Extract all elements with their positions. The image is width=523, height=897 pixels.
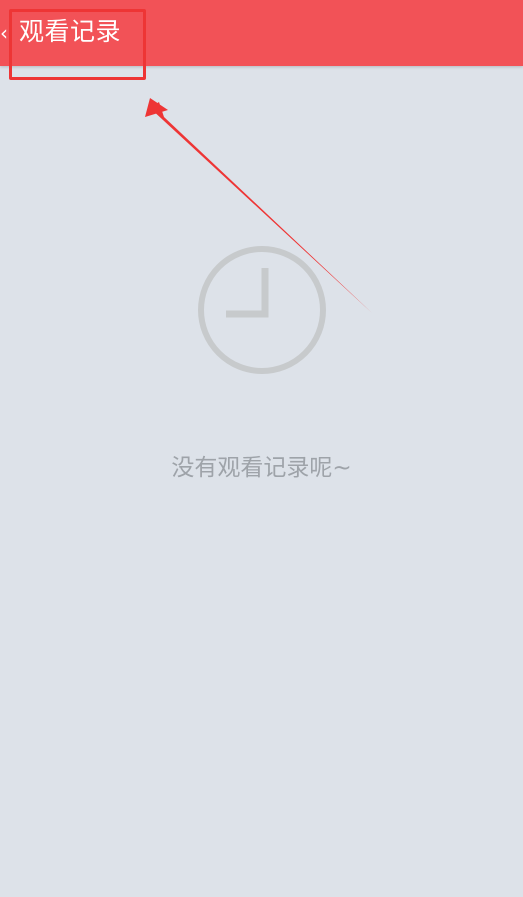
clock-icon xyxy=(198,246,326,374)
annotation-arrow xyxy=(145,98,372,313)
empty-state-message: 没有观看记录呢~ xyxy=(171,455,352,481)
